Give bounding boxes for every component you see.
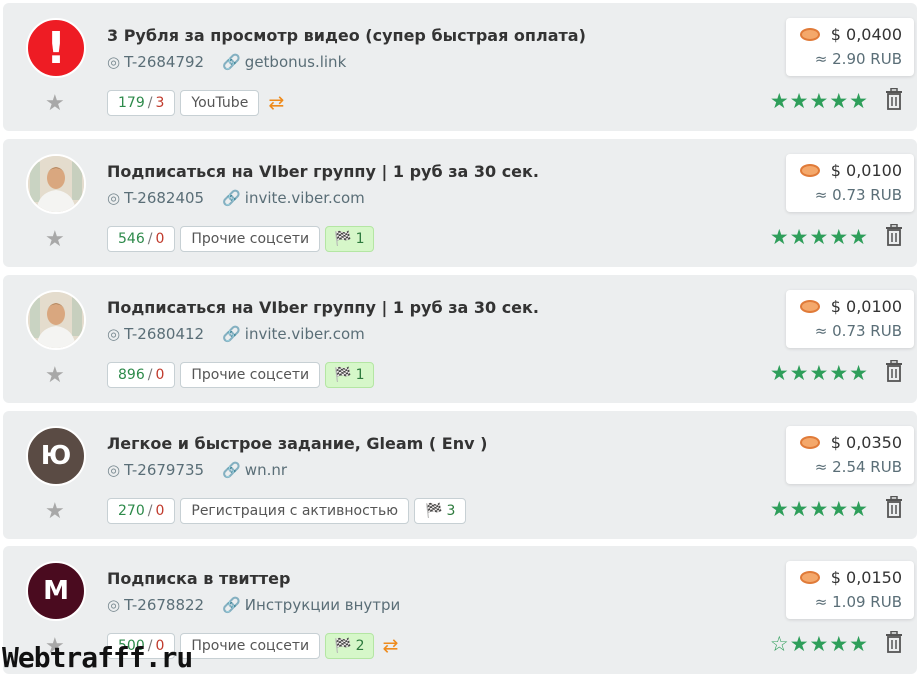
checkered-flag-icon: 🏁	[334, 638, 352, 654]
completion-count: 546/0	[107, 226, 176, 252]
task-tags: 179/3 YouTube ⇄	[107, 90, 284, 116]
coin-icon	[800, 300, 820, 313]
completion-count: 270/0	[107, 498, 176, 524]
task-id: T-2684792	[124, 53, 205, 71]
task-id: T-2679735	[124, 461, 205, 479]
rating-stars: ☆★★★★	[769, 632, 869, 656]
checkered-flag-icon: 🏁	[334, 367, 352, 383]
rating-stars: ★★★★★	[769, 225, 869, 249]
price-usd: $ 0,0100	[830, 161, 902, 180]
flag-badge: 🏁 1	[325, 226, 374, 252]
checkered-flag-icon: 🏁	[334, 231, 352, 247]
task-meta: ◎ T-2680412 🔗 invite.viber.com	[107, 325, 365, 343]
coin-icon	[800, 28, 820, 41]
task-id: T-2678822	[124, 596, 205, 614]
task-tags: 896/0 Прочие соцсети 🏁 1	[107, 362, 374, 388]
avatar	[26, 290, 86, 350]
price-rub: ≈ 2.54 RUB	[814, 458, 902, 476]
price-usd: $ 0,0150	[830, 568, 902, 587]
task-card[interactable]: ★ Подписаться на VIber группу | 1 руб за…	[3, 139, 917, 267]
task-title[interactable]: 3 Рубля за просмотр видео (супер быстрая…	[107, 26, 586, 45]
target-icon: ◎	[107, 596, 121, 614]
trash-icon[interactable]	[885, 88, 903, 110]
category-tag[interactable]: Регистрация с активностью	[180, 498, 409, 524]
task-link[interactable]: invite.viber.com	[245, 189, 365, 207]
flag-badge: 🏁 1	[325, 362, 374, 388]
task-card[interactable]: ★ Подписаться на VIber группу | 1 руб за…	[3, 275, 917, 403]
category-tag[interactable]: YouTube	[180, 90, 260, 116]
task-meta: ◎ T-2684792 🔗 getbonus.link	[107, 53, 346, 71]
task-meta: ◎ T-2679735 🔗 wn.nr	[107, 461, 287, 479]
price-rub: ≈ 0.73 RUB	[814, 322, 902, 340]
task-tags: 270/0 Регистрация с активностью 🏁 3	[107, 498, 467, 524]
link-icon: 🔗	[222, 596, 241, 614]
task-card[interactable]: ! ★ 3 Рубля за просмотр видео (супер быс…	[3, 3, 917, 131]
price-box: $ 0,0100 ≈ 0.73 RUB	[786, 290, 914, 348]
trash-icon[interactable]	[885, 360, 903, 382]
avatar: Ю	[26, 426, 86, 486]
avatar-photo	[28, 156, 84, 212]
target-icon: ◎	[107, 53, 121, 71]
task-meta: ◎ T-2678822 🔗 Инструкции внутри	[107, 596, 400, 614]
task-title[interactable]: Подписаться на VIber группу | 1 руб за 3…	[107, 162, 539, 181]
star-icon[interactable]: ★	[45, 91, 65, 116]
avatar-photo	[28, 292, 84, 348]
target-icon: ◎	[107, 189, 121, 207]
star-icon[interactable]: ★	[45, 363, 65, 388]
task-card[interactable]: Ю ★ Легкое и быстрое задание, Gleam ( En…	[3, 411, 917, 539]
task-link[interactable]: Инструкции внутри	[245, 596, 400, 614]
trash-icon[interactable]	[885, 631, 903, 653]
price-box: $ 0,0100 ≈ 0.73 RUB	[786, 154, 914, 212]
coin-icon	[800, 571, 820, 584]
completion-count: 179/3	[107, 90, 176, 116]
price-usd: $ 0,0350	[830, 433, 902, 452]
category-tag[interactable]: Прочие соцсети	[180, 226, 321, 252]
category-tag[interactable]: Прочие соцсети	[180, 633, 321, 659]
avatar: M	[26, 561, 86, 621]
task-tags: 546/0 Прочие соцсети 🏁 1	[107, 226, 374, 252]
price-box: $ 0,0150 ≈ 1.09 RUB	[786, 561, 914, 619]
star-icon[interactable]: ★	[45, 227, 65, 252]
task-title[interactable]: Подписаться на VIber группу | 1 руб за 3…	[107, 298, 539, 317]
coin-icon	[800, 436, 820, 449]
price-box: $ 0,0350 ≈ 2.54 RUB	[786, 426, 914, 484]
link-icon: 🔗	[222, 461, 241, 479]
coin-icon	[800, 164, 820, 177]
flag-badge: 🏁 3	[414, 498, 467, 524]
avatar: !	[26, 18, 86, 78]
target-icon: ◎	[107, 461, 121, 479]
rating-stars: ★★★★★	[769, 497, 869, 521]
link-icon: 🔗	[222, 325, 241, 343]
price-rub: ≈ 1.09 RUB	[814, 593, 902, 611]
price-usd: $ 0,0100	[830, 297, 902, 316]
flag-badge: 🏁 2	[325, 633, 374, 659]
price-rub: ≈ 0.73 RUB	[814, 186, 902, 204]
task-link[interactable]: getbonus.link	[245, 53, 346, 71]
repeat-icon[interactable]: ⇄	[268, 92, 284, 114]
task-title[interactable]: Подписка в твиттер	[107, 569, 290, 588]
task-id: T-2682405	[124, 189, 205, 207]
target-icon: ◎	[107, 325, 121, 343]
task-id: T-2680412	[124, 325, 205, 343]
rating-stars: ★★★★★	[769, 361, 869, 385]
repeat-icon[interactable]: ⇄	[383, 635, 399, 657]
avatar	[26, 154, 86, 214]
star-icon[interactable]: ★	[45, 499, 65, 524]
price-rub: ≈ 2.90 RUB	[814, 50, 902, 68]
price-usd: $ 0,0400	[830, 25, 902, 44]
trash-icon[interactable]	[885, 496, 903, 518]
task-meta: ◎ T-2682405 🔗 invite.viber.com	[107, 189, 365, 207]
category-tag[interactable]: Прочие соцсети	[180, 362, 321, 388]
task-link[interactable]: invite.viber.com	[245, 325, 365, 343]
price-box: $ 0,0400 ≈ 2.90 RUB	[786, 18, 914, 76]
completion-count: 896/0	[107, 362, 176, 388]
rating-stars: ★★★★★	[769, 89, 869, 113]
task-link[interactable]: wn.nr	[245, 461, 287, 479]
task-title[interactable]: Легкое и быстрое задание, Gleam ( Env )	[107, 434, 487, 453]
watermark: Webtrafff.ru	[2, 641, 193, 674]
link-icon: 🔗	[222, 189, 241, 207]
checkered-flag-icon: 🏁	[425, 503, 443, 519]
link-icon: 🔗	[222, 53, 241, 71]
trash-icon[interactable]	[885, 224, 903, 246]
